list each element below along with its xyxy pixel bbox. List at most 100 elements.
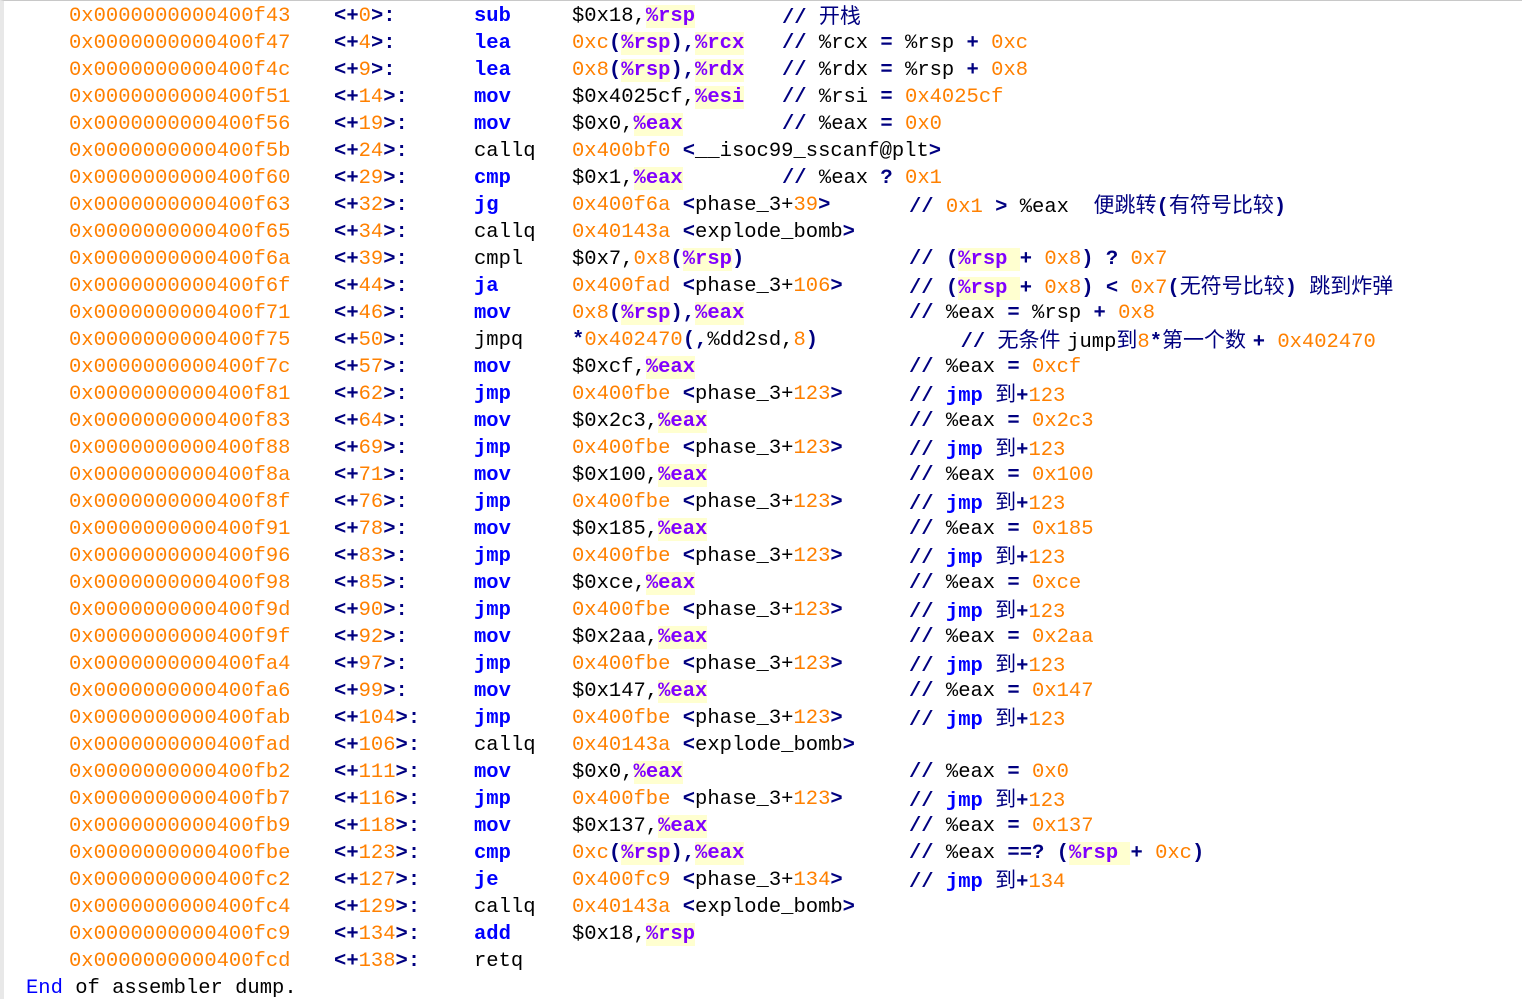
comment-token: //	[909, 761, 946, 784]
code-line[interactable]: 0x0000000000400f75 <+50>: jmpq *0x402470(,%…	[4, 327, 1522, 354]
comment-token: 0xc	[1155, 842, 1192, 865]
mnemonic: mov	[474, 464, 511, 487]
operands: 0x8(%rsp),%rdx	[572, 57, 745, 84]
offset-open: <	[334, 734, 347, 757]
instruction-address: 0x0000000000400fb7	[69, 788, 291, 811]
instruction-offset: <+62>:	[334, 381, 408, 408]
code-line[interactable]: 0x0000000000400fa4 <+97>: jmp 0x400fbe <pha…	[4, 651, 1522, 678]
code-comment: // %eax = 0xcf	[909, 354, 1081, 381]
code-line[interactable]: 0x0000000000400fb9 <+118>: mov $0x137,%eax /…	[4, 813, 1522, 840]
code-line[interactable]: 0x0000000000400fad <+106>: callq 0x40143a <…	[4, 732, 1522, 759]
operand-token: %rcx	[695, 32, 745, 55]
instruction-offset: <+90>:	[334, 597, 408, 624]
mnemonic: jmp	[474, 653, 511, 676]
code-line[interactable]: 0x0000000000400f9d <+90>: jmp 0x400fbe <pha…	[4, 597, 1522, 624]
comment-token: //	[782, 86, 819, 109]
offset-open: <	[334, 815, 347, 838]
comment-token: 到	[995, 787, 1017, 811]
code-line[interactable]: 0x0000000000400f51 <+14>: mov $0x4025cf,%es…	[4, 84, 1522, 111]
code-comment: // %eax ? 0x1	[782, 165, 942, 192]
code-line[interactable]: 0x0000000000400f98 <+85>: mov $0xce,%eax// …	[4, 570, 1522, 597]
code-line[interactable]: 0x0000000000400fb7 <+116>: jmp 0x400fbe <ph…	[4, 786, 1522, 813]
code-line[interactable]: 0x0000000000400fbe <+123>: cmp 0xc(%rsp),%e…	[4, 840, 1522, 867]
offset-close: >:	[395, 896, 421, 919]
code-line[interactable]: 0x0000000000400fb2 <+111>: mov $0x0,%eax// …	[4, 759, 1522, 786]
offset-value: 106	[358, 734, 396, 757]
code-line[interactable]: 0x0000000000400f6a <+39>: cmpl $0x7,0x8(%rs…	[4, 246, 1522, 273]
operand-token: %esi	[695, 86, 745, 109]
operand-token: <	[682, 545, 696, 568]
code-line[interactable]: 0x0000000000400fa6 <+99>: mov $0x147,%eax//…	[4, 678, 1522, 705]
comment-token: +	[1016, 547, 1029, 570]
code-line[interactable]: 0x0000000000400f9f <+92>: mov $0x2aa,%eax//…	[4, 624, 1522, 651]
code-comment: // %eax = 0x100	[909, 462, 1094, 489]
code-line[interactable]: 0x0000000000400f4c <+9>: lea 0x8(%rsp),%rdx…	[4, 57, 1522, 84]
instruction-address: 0x0000000000400fad	[69, 734, 291, 757]
comment-token: jmp	[945, 601, 996, 624]
mnemonic: mov	[474, 680, 511, 703]
comment-token: //	[782, 113, 819, 136]
offset-open: <	[334, 302, 347, 325]
code-line[interactable]: 0x0000000000400f88 <+69>: jmp 0x400fbe <pha…	[4, 435, 1522, 462]
offset-value: 71	[358, 464, 384, 487]
operand-token: <	[682, 707, 696, 730]
code-line[interactable]: 0x0000000000400fc4 <+129>: callq 0x40143a <…	[4, 894, 1522, 921]
code-line[interactable]: 0x0000000000400fc2 <+127>: je 0x400fc9 <pha…	[4, 867, 1522, 894]
code-line[interactable]: 0x0000000000400f7c <+57>: mov $0xcf,%eax// …	[4, 354, 1522, 381]
mnemonic: retq	[474, 950, 524, 973]
comment-token: //	[909, 493, 946, 516]
instruction-offset: <+83>:	[334, 543, 408, 570]
comment-token: //	[936, 331, 998, 354]
code-line[interactable]: 0x0000000000400f91 <+78>: mov $0x185,%eax//…	[4, 516, 1522, 543]
code-line[interactable]: 0x0000000000400f5b <+24>: callq 0x400bf0 <_…	[4, 138, 1522, 165]
operand-token: >	[830, 788, 843, 811]
code-line[interactable]: 0x0000000000400f56 <+19>: mov $0x0,%eax// %…	[4, 111, 1522, 138]
code-line[interactable]: 0x0000000000400f43 <+0>: sub $0x18,%rsp // 开…	[4, 3, 1522, 30]
operand-token: >	[830, 653, 843, 676]
code-line[interactable]: 0x0000000000400f8a <+71>: mov $0x100,%eax//…	[4, 462, 1522, 489]
code-line[interactable]: 0x0000000000400f71 <+46>: mov 0x8(%rsp),%ea…	[4, 300, 1522, 327]
offset-plus: +	[346, 5, 359, 28]
operands: $0x7,0x8(%rsp)	[572, 246, 744, 273]
comment-token: %eax	[818, 167, 881, 190]
offset-open: <	[334, 194, 347, 217]
operands: $0x1,%eax	[572, 165, 683, 192]
instruction-offset: <+76>:	[334, 489, 408, 516]
code-line[interactable]: 0x0000000000400fcd <+138>: retq	[4, 948, 1522, 975]
code-line[interactable]: 0x0000000000400f96 <+83>: jmp 0x400fbe <pha…	[4, 543, 1522, 570]
code-line[interactable]: 0x0000000000400f47 <+4>: lea 0xc(%rsp),%rcx…	[4, 30, 1522, 57]
comment-token: 123	[1028, 790, 1066, 813]
operand-token	[670, 140, 682, 163]
comment-token: 0x7	[1130, 248, 1168, 271]
operand-token: 0x400fc9	[572, 869, 671, 892]
code-line[interactable]: 0x0000000000400fab <+104>: jmp 0x400fbe <ph…	[4, 705, 1522, 732]
comment-token: 123	[1028, 709, 1066, 732]
comment-token: jump	[1067, 331, 1117, 354]
code-comment: // %eax = 0x147	[909, 678, 1094, 705]
code-line[interactable]: 0x0000000000400f8f <+76>: jmp 0x400fbe <pha…	[4, 489, 1522, 516]
end-of-dump-line[interactable]: End of assembler dump.	[26, 975, 297, 1002]
offset-close: >:	[395, 761, 421, 784]
code-line[interactable]: 0x0000000000400f63 <+32>: jg 0x400f6a <phas…	[4, 192, 1522, 219]
comment-token: %rdx	[818, 59, 881, 82]
comment-token: +	[1019, 248, 1045, 271]
instruction-offset: <+46>:	[334, 300, 408, 327]
operand-token: phase_3+	[695, 383, 794, 406]
code-line[interactable]: 0x0000000000400f81 <+62>: jmp 0x400fbe <pha…	[4, 381, 1522, 408]
offset-close: >:	[383, 221, 408, 244]
code-line[interactable]: 0x0000000000400fc9 <+134>: add $0x18,%rsp	[4, 921, 1522, 948]
code-editor[interactable]: 0x0000000000400f43 <+0>: sub $0x18,%rsp// 开…	[0, 0, 1522, 1002]
operand-token: <	[682, 599, 696, 622]
code-line[interactable]: 0x0000000000400f65 <+34>: callq 0x40143a <e…	[4, 219, 1522, 246]
code-line[interactable]: 0x0000000000400f6f <+44>: ja 0x400fad <phas…	[4, 273, 1522, 300]
offset-close: >:	[383, 437, 408, 460]
offset-open: <	[334, 329, 347, 352]
instruction-offset: <+106>:	[334, 732, 420, 759]
offset-value: 4	[358, 32, 371, 55]
operand-token: (	[608, 59, 622, 82]
offset-open: <	[334, 140, 347, 163]
code-line[interactable]: 0x0000000000400f83 <+64>: mov $0x2c3,%eax//…	[4, 408, 1522, 435]
offset-plus: +	[346, 680, 359, 703]
offset-plus: +	[346, 464, 359, 487]
code-line[interactable]: 0x0000000000400f60 <+29>: cmp $0x1,%eax// %…	[4, 165, 1522, 192]
